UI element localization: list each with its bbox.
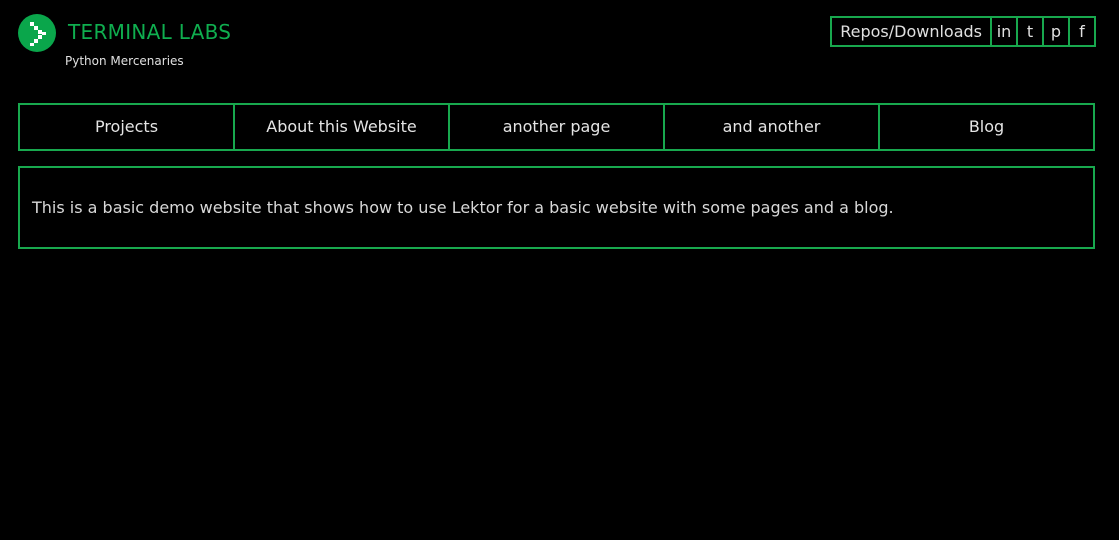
nav-item-projects[interactable]: Projects [18, 103, 235, 151]
top-links: Repos/Downloads in t p f [830, 16, 1096, 47]
twitter-link[interactable]: t [1016, 16, 1044, 47]
linkedin-link[interactable]: in [990, 16, 1018, 47]
brand-tagline: Python Mercenaries [65, 54, 184, 68]
logo[interactable] [18, 14, 56, 52]
facebook-link[interactable]: f [1068, 16, 1096, 47]
repos-downloads-link[interactable]: Repos/Downloads [830, 16, 992, 47]
site-header: TERMINAL LABS Python Mercenaries Repos/D… [18, 14, 1096, 74]
brand-title[interactable]: TERMINAL LABS [68, 20, 231, 44]
main-nav: Projects About this Website another page… [18, 103, 1095, 151]
intro-text: This is a basic demo website that shows … [32, 198, 894, 217]
chevron-right-icon [30, 22, 46, 46]
content-box: This is a basic demo website that shows … [18, 166, 1095, 249]
nav-item-about[interactable]: About this Website [233, 103, 450, 151]
nav-item-blog[interactable]: Blog [878, 103, 1095, 151]
pinterest-link[interactable]: p [1042, 16, 1070, 47]
nav-item-another-page[interactable]: another page [448, 103, 665, 151]
nav-item-and-another[interactable]: and another [663, 103, 880, 151]
